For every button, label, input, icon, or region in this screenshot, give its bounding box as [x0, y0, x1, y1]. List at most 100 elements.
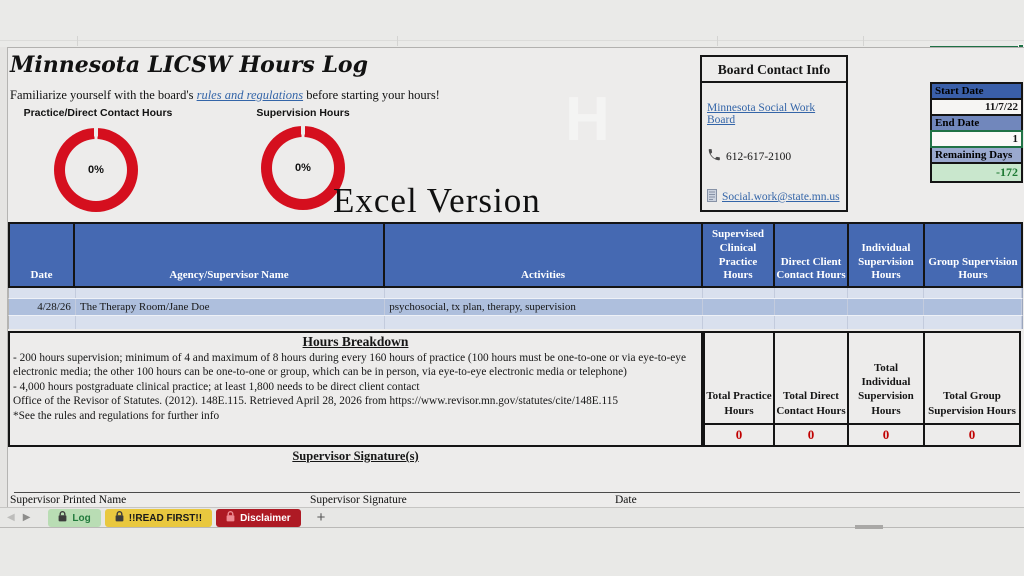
supervisor-signatures-heading: Supervisor Signature(s) — [292, 449, 419, 463]
total-group-supervision-hours: Total Group Supervision Hours 0 — [923, 331, 1021, 447]
subtitle-suffix: before starting your hours! — [303, 88, 440, 102]
board-contact-info-title: Board Contact Info — [702, 57, 846, 83]
total-value: 0 — [775, 423, 847, 445]
breakdown-line: - 4,000 hours postgraduate clinical prac… — [13, 380, 420, 393]
table-row-empty[interactable] — [8, 288, 1023, 298]
column-header-individual-supervision-hours: Individual Supervision Hours — [849, 224, 925, 286]
cell[interactable] — [924, 288, 1023, 298]
cell-agency-supervisor[interactable]: The Therapy Room/Jane Doe — [76, 299, 386, 315]
end-date-value-selected-cell[interactable]: 1 — [930, 130, 1023, 148]
hours-log-table: Date Agency/Supervisor Name Activities S… — [8, 222, 1023, 329]
cell-group-supervision-hours[interactable] — [924, 299, 1023, 315]
cell-supervised-clinical-practice-hours[interactable] — [703, 299, 775, 315]
sheet-tab-bar: ◀ ▶ Log !!READ FIRST!! Disclaimer + — [0, 507, 1024, 527]
cell[interactable] — [924, 316, 1023, 329]
total-individual-supervision-hours: Total Individual Supervision Hours 0 — [847, 331, 925, 447]
table-header-row: Date Agency/Supervisor Name Activities S… — [8, 222, 1023, 288]
bottom-strip — [0, 527, 1024, 576]
column-header-group-supervision-hours: Group Supervision Hours — [925, 224, 1023, 286]
supervisor-printed-name-label: Supervisor Printed Name — [10, 494, 127, 506]
tab-disclaimer[interactable]: Disclaimer — [216, 509, 301, 527]
lock-icon — [226, 511, 235, 525]
cell[interactable] — [76, 316, 386, 329]
subtitle: Familiarize yourself with the board's ru… — [10, 88, 440, 103]
video-watermark: H — [565, 85, 610, 154]
excel-version-overlay-text: Excel Version — [333, 181, 541, 220]
tab-scroll-left-icon[interactable]: ◀ — [3, 512, 19, 523]
cell[interactable] — [848, 288, 925, 298]
email-icon — [707, 189, 717, 205]
total-label: Total Direct Contact Hours — [776, 390, 846, 417]
excel-licsw-hours-log-screen: H Minnesota LICSW Hours Log Familiarize … — [0, 0, 1024, 576]
hours-breakdown-box: Hours Breakdown - 200 hours supervision;… — [8, 331, 703, 447]
breakdown-line: Office of the Revisor of Statutes. (2012… — [13, 395, 619, 408]
cell-activities[interactable]: psychosocial, tx plan, therapy, supervis… — [385, 299, 703, 315]
cell-individual-supervision-hours[interactable] — [848, 299, 925, 315]
column-header-agency-supervisor: Agency/Supervisor Name — [75, 224, 385, 286]
cell[interactable] — [385, 288, 703, 298]
tab-read-first[interactable]: !!READ FIRST!! — [104, 509, 213, 527]
tab-label: !!READ FIRST!! — [128, 512, 203, 524]
totals-table: Total Practice Hours 0 Total Direct Cont… — [703, 331, 1023, 447]
row-header-sliver — [0, 47, 8, 507]
cell[interactable] — [9, 288, 76, 298]
column-header-supervised-clinical-practice-hours: Supervised Clinical Practice Hours — [703, 224, 775, 286]
lock-icon — [115, 511, 124, 525]
grid-tick — [717, 36, 718, 46]
total-label: Total Group Supervision Hours — [928, 390, 1016, 417]
grid-tick — [863, 36, 864, 46]
supervisor-signature-label: Supervisor Signature — [310, 494, 407, 506]
grid-tick — [397, 36, 398, 46]
add-sheet-button[interactable]: + — [317, 509, 326, 526]
total-practice-hours: Total Practice Hours 0 — [703, 331, 775, 447]
total-value: 0 — [849, 423, 923, 445]
total-value: 0 — [705, 423, 773, 445]
column-header-date: Date — [8, 224, 75, 286]
cell[interactable] — [775, 316, 849, 329]
signature-line — [14, 492, 1020, 493]
cell-date[interactable]: 4/28/26 — [9, 299, 76, 315]
total-value: 0 — [925, 423, 1019, 445]
total-label: Total Individual Supervision Hours — [858, 361, 914, 417]
cell-direct-client-contact-hours[interactable] — [775, 299, 849, 315]
rules-regulations-link[interactable]: rules and regulations — [197, 88, 303, 102]
table-row-entry[interactable]: 4/28/26 The Therapy Room/Jane Doe psycho… — [8, 298, 1023, 316]
practice-hours-donut-chart: 0% — [54, 128, 138, 212]
date-tracker-panel: Start Date 11/7/22 End Date 1 Remaining … — [930, 82, 1023, 183]
phone-icon — [707, 148, 721, 165]
practice-hours-percent: 0% — [88, 164, 104, 176]
tab-log[interactable]: Log — [48, 509, 101, 527]
cell[interactable] — [385, 316, 703, 329]
table-row-empty[interactable] — [8, 316, 1023, 329]
grid-tick — [77, 36, 78, 46]
practice-hours-gauge-label: Practice/Direct Contact Hours — [23, 107, 173, 119]
tab-label: Disclaimer — [240, 512, 291, 524]
breakdown-line: - 200 hours supervision; minimum of 4 an… — [13, 352, 686, 379]
board-email-link[interactable]: Social.work@state.mn.us — [722, 191, 840, 203]
cell[interactable] — [775, 288, 849, 298]
cell[interactable] — [848, 316, 925, 329]
cell[interactable] — [76, 288, 386, 298]
date-label: Date — [615, 494, 637, 506]
grid-line — [0, 40, 1024, 41]
column-header-direct-client-contact-hours: Direct Client Contact Hours — [775, 224, 849, 286]
cell[interactable] — [703, 316, 775, 329]
cell[interactable] — [703, 288, 775, 298]
total-label: Total Practice Hours — [706, 390, 772, 417]
breakdown-line: *See the rules and regulations for furth… — [13, 409, 220, 422]
social-work-board-link[interactable]: Minnesota Social Work Board — [707, 102, 841, 126]
subtitle-prefix: Familiarize yourself with the board's — [10, 88, 197, 102]
total-direct-contact-hours: Total Direct Contact Hours 0 — [773, 331, 849, 447]
board-contact-info-box: Board Contact Info Minnesota Social Work… — [700, 55, 848, 212]
tab-label: Log — [72, 512, 91, 524]
top-strip — [0, 0, 1024, 47]
tab-scroll-right-icon[interactable]: ▶ — [19, 512, 35, 523]
board-phone-number: 612-617-2100 — [726, 150, 792, 163]
scrollbar-segment[interactable] — [855, 525, 883, 529]
remaining-days-value: -172 — [930, 162, 1023, 183]
column-header-activities: Activities — [385, 224, 703, 286]
cell[interactable] — [9, 316, 76, 329]
page-title: Minnesota LICSW Hours Log — [10, 52, 368, 78]
lock-icon — [58, 511, 67, 525]
hours-breakdown-title: Hours Breakdown — [302, 334, 409, 349]
